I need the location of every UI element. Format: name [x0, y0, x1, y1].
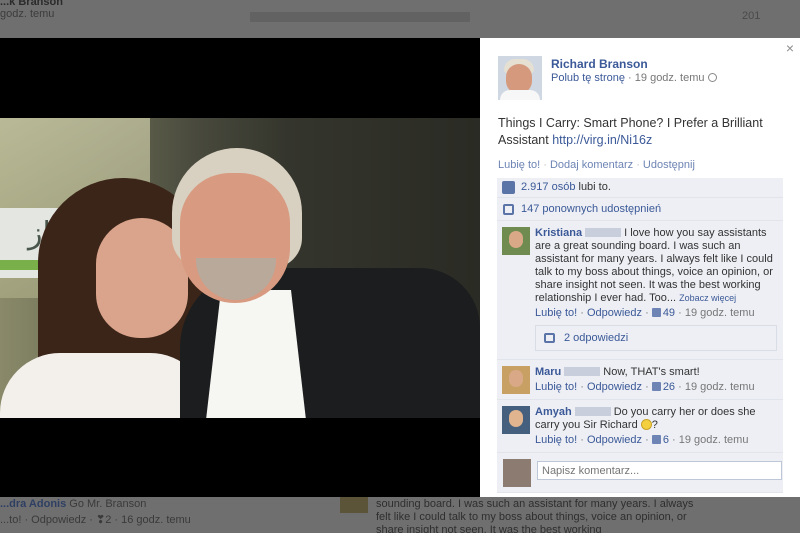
background-page-bottom: ...dra Adonis Go Mr. Branson ...to! · Od…	[0, 497, 800, 533]
likes-count-link[interactable]: 2.917 osób	[521, 181, 575, 193]
likes-row: 2.917 osób lubi to.	[497, 178, 783, 198]
thumbs-up-icon	[651, 308, 661, 317]
page-name-link[interactable]: Richard Branson	[551, 57, 648, 71]
commenter-avatar[interactable]	[502, 227, 530, 255]
post-meta: Polub tę stronę · 19 godz. temu	[551, 72, 717, 84]
background-year: 201	[742, 10, 761, 22]
comment-text: Now, THAT's smart!	[603, 366, 700, 378]
like-page-link[interactable]: Polub tę stronę	[551, 72, 625, 84]
background-comment-meta: ...to! · Odpowiedz · ❣2 · 16 godz. temu	[0, 514, 191, 526]
background-comment: ...dra Adonis Go Mr. Branson	[0, 498, 147, 510]
background-name: ...k Branson	[0, 0, 63, 8]
comment-likes-count[interactable]: 26	[651, 381, 675, 393]
smiley-icon	[640, 419, 652, 430]
globe-icon	[707, 73, 717, 82]
close-icon[interactable]: ×	[782, 40, 798, 56]
comment-time[interactable]: 19 godz. temu	[685, 381, 755, 393]
commenter-avatar[interactable]	[502, 406, 530, 434]
post-link[interactable]: http://virg.in/Ni16z	[552, 133, 652, 147]
background-comment-text: sounding board. I was such an assistant …	[376, 498, 694, 533]
post-photo[interactable]: إنجاز	[0, 118, 480, 418]
see-more-link[interactable]: Zobacz więcej	[679, 293, 736, 303]
comment-reply-button[interactable]: Odpowiedz	[587, 307, 642, 319]
comment-composer	[497, 453, 783, 493]
commenter-name[interactable]: Kristiana	[535, 227, 582, 239]
commenter-avatar[interactable]	[502, 366, 530, 394]
comment-time[interactable]: 19 godz. temu	[685, 307, 755, 319]
thumbs-up-icon	[502, 181, 515, 194]
thumbs-up-icon	[651, 435, 661, 444]
background-meta: godz. temu	[0, 8, 55, 20]
share-button[interactable]: Udostępnij	[643, 159, 695, 171]
background-divider	[250, 12, 470, 22]
commenter-name[interactable]: Amyah	[535, 406, 572, 418]
page-avatar[interactable]	[498, 56, 542, 100]
background-thumbnail	[340, 497, 368, 513]
share-icon	[503, 204, 514, 215]
comment-reply-button[interactable]: Odpowiedz	[587, 381, 642, 393]
comment-like-button[interactable]: Lubię to!	[535, 434, 577, 446]
commenter-name[interactable]: Maru	[535, 366, 561, 378]
comment-item: Kristiana I love how you say assistants a…	[497, 221, 783, 360]
blurred-surname	[564, 367, 601, 376]
shares-count-link[interactable]: 147 ponownych udostępnień	[521, 203, 661, 215]
photo-stage[interactable]: إنجاز	[0, 38, 480, 497]
feedback-section: 2.917 osób lubi to. 147 ponownych udostę…	[497, 178, 783, 493]
current-user-avatar	[503, 459, 531, 487]
replies-label: 2 odpowiedzi	[564, 332, 629, 344]
post-text: Things I Carry: Smart Phone? I Prefer a …	[498, 116, 763, 147]
comment-meta: Lubię to! · Odpowiedz · 26 · 19 godz. te…	[535, 381, 755, 393]
shares-row: 147 ponownych udostępnień	[497, 198, 783, 221]
comment-input[interactable]	[537, 461, 782, 480]
comment-meta: Lubię to! · Odpowiedz · 6 · 19 godz. tem…	[535, 434, 749, 446]
comment-reply-button[interactable]: Odpowiedz	[587, 434, 642, 446]
thumbs-up-icon	[651, 382, 661, 391]
comment-like-button[interactable]: Lubię to!	[535, 381, 577, 393]
comment-bubble-icon	[544, 333, 555, 343]
comment-item: Maru Now, THAT's smart! Lubię to! · Odpow…	[497, 360, 783, 400]
view-replies-button[interactable]: 2 odpowiedzi	[535, 325, 777, 351]
comment-item: Amyah Do you carry her or does she carry …	[497, 400, 783, 453]
comment-likes-count[interactable]: 6	[651, 434, 669, 446]
blurred-surname	[585, 228, 622, 237]
comment-meta: Lubię to! · Odpowiedz · 49 · 19 godz. te…	[535, 307, 755, 319]
post-actions: Lubię to! · Dodaj komentarz · Udostępnij	[498, 159, 695, 171]
post-time[interactable]: 19 godz. temu	[635, 72, 705, 84]
background-page-top: ...k Branson godz. temu 201	[0, 0, 800, 38]
comment-likes-count[interactable]: 49	[651, 307, 675, 319]
comment-time[interactable]: 19 godz. temu	[679, 434, 749, 446]
blurred-surname	[574, 407, 611, 416]
comment-like-button[interactable]: Lubię to!	[535, 307, 577, 319]
like-button[interactable]: Lubię to!	[498, 159, 540, 171]
add-comment-button[interactable]: Dodaj komentarz	[550, 159, 633, 171]
